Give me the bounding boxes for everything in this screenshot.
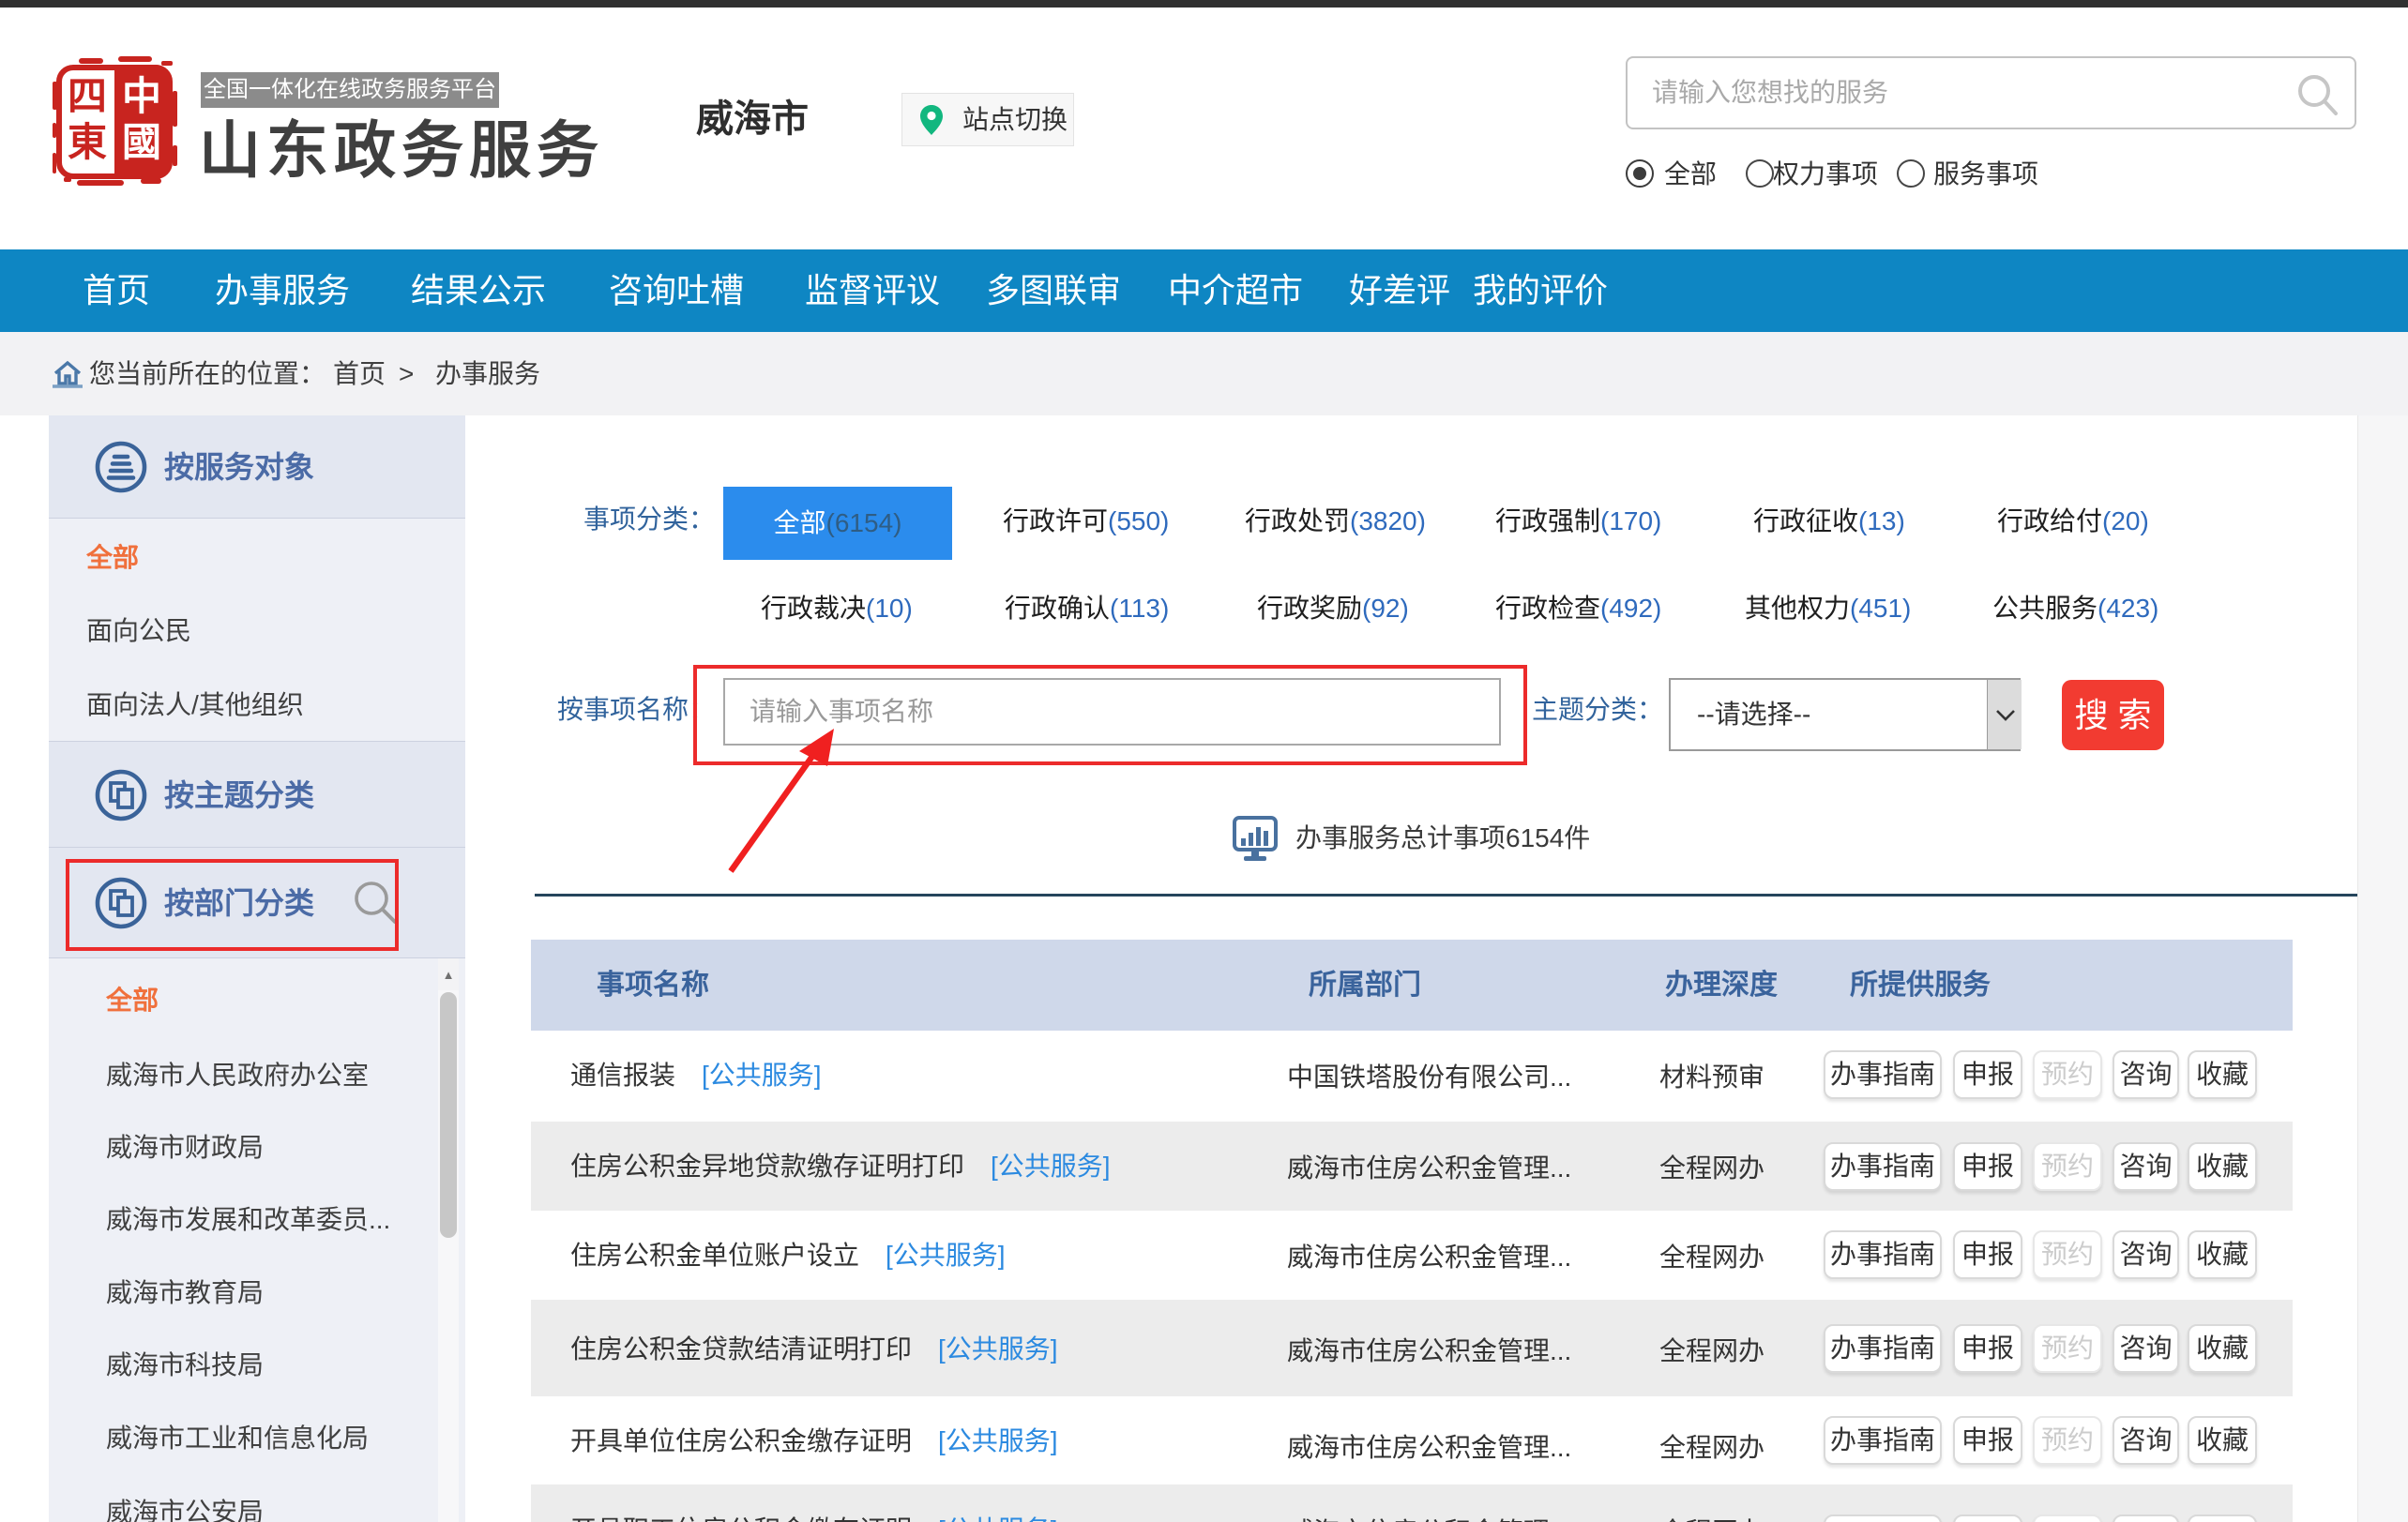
svg-text:四: 四	[68, 74, 107, 118]
svg-text:國: 國	[122, 120, 161, 164]
svg-text:中: 中	[122, 74, 161, 118]
svg-text:東: 東	[68, 120, 107, 164]
